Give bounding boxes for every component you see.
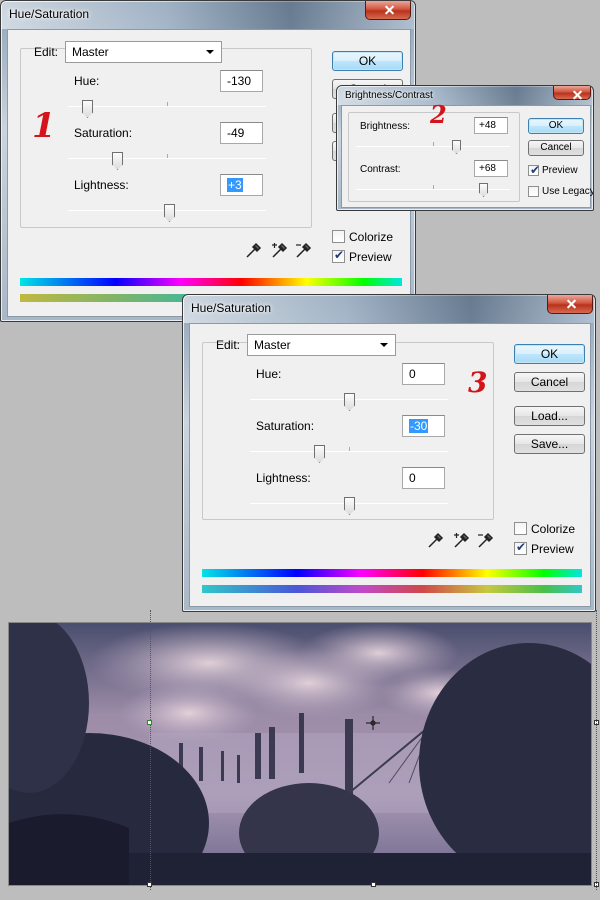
use-legacy-checkbox[interactable]	[528, 186, 539, 197]
annotation-number-1: 1	[32, 106, 56, 146]
hue-saturation-dialog-3: Hue/Saturation Edit: Master Hue: 0 Satur…	[182, 294, 596, 612]
contrast-input[interactable]: +68	[474, 160, 508, 177]
cancel-button[interactable]: Cancel	[528, 140, 584, 156]
colorize-checkbox[interactable]	[514, 522, 527, 535]
edit-channel-dropdown[interactable]: Master	[65, 41, 222, 63]
dialog-title: Hue/Saturation	[9, 7, 90, 21]
eyedropper-icon[interactable]	[426, 532, 444, 550]
saturation-input[interactable]: -49	[220, 122, 263, 144]
eyedropper-icon[interactable]	[244, 242, 262, 260]
document-canvas-image[interactable]	[8, 622, 592, 886]
transform-handle-bottom[interactable]	[371, 882, 376, 887]
colorize-label: Colorize	[349, 230, 394, 244]
close-icon[interactable]	[547, 295, 593, 314]
edit-label: Edit:	[216, 338, 241, 352]
save-button[interactable]: Save...	[514, 434, 585, 454]
brightness-input[interactable]: +48	[474, 117, 508, 134]
lightness-input[interactable]: +3	[220, 174, 263, 196]
contrast-label: Contrast:	[360, 164, 401, 175]
preview-checkbox[interactable]	[528, 163, 540, 177]
preview-label: Preview	[531, 542, 574, 556]
dialog-title: Brightness/Contrast	[345, 90, 433, 101]
vertical-guide-line[interactable]	[150, 610, 151, 890]
edit-channel-value: Master	[72, 45, 109, 59]
lightness-value-selected: +3	[227, 178, 243, 192]
hue-label: Hue:	[256, 367, 282, 381]
input-spectrum-bar	[20, 278, 402, 286]
ok-button[interactable]: OK	[514, 344, 585, 364]
edit-label: Edit:	[34, 45, 59, 59]
dialog-title: Hue/Saturation	[191, 301, 272, 315]
transform-handle-bottom-left[interactable]	[147, 882, 152, 887]
saturation-value-selected: -30	[409, 419, 429, 433]
load-button[interactable]: Load...	[514, 406, 585, 426]
eyedropper-minus-icon[interactable]	[294, 242, 312, 260]
eyedropper-plus-icon[interactable]	[452, 532, 470, 550]
hue-label: Hue:	[74, 74, 100, 88]
eyedropper-minus-icon[interactable]	[476, 532, 494, 550]
chevron-down-icon	[206, 50, 214, 54]
right-guide-line[interactable]	[596, 610, 597, 890]
dialog-client-area: Brightness: +48 Contrast: +68 OK Cancel …	[341, 100, 594, 208]
annotation-number-3: 3	[468, 366, 488, 399]
edit-channel-value: Master	[254, 338, 291, 352]
crosshair-icon	[366, 716, 380, 730]
preview-checkbox[interactable]	[332, 248, 345, 263]
close-icon[interactable]	[365, 1, 411, 20]
brightness-slider-track[interactable]	[356, 142, 510, 147]
colorize-checkbox[interactable]	[332, 230, 345, 243]
colorize-label: Colorize	[531, 522, 576, 536]
cancel-button[interactable]: Cancel	[514, 372, 585, 392]
output-spectrum-bar	[202, 585, 582, 593]
lightness-label: Lightness:	[74, 178, 129, 192]
lightness-input[interactable]: 0	[402, 467, 445, 489]
brightness-contrast-dialog: Brightness/Contrast Brightness: +48 Cont…	[336, 85, 594, 211]
close-icon[interactable]	[553, 86, 591, 100]
preview-label: Preview	[542, 165, 578, 176]
input-spectrum-bar	[202, 569, 582, 577]
saturation-label: Saturation:	[74, 126, 133, 140]
ok-button[interactable]: OK	[332, 51, 403, 71]
preview-label: Preview	[349, 250, 392, 264]
chevron-down-icon	[380, 343, 388, 347]
use-legacy-label: Use Legacy	[542, 186, 594, 197]
eyedropper-plus-icon[interactable]	[270, 242, 288, 260]
adjustment-group	[202, 342, 494, 520]
industrial-landscape-image	[9, 623, 591, 885]
ok-button[interactable]: OK	[528, 118, 584, 134]
lightness-label: Lightness:	[256, 471, 311, 485]
hue-slider-track[interactable]	[68, 102, 266, 107]
brightness-label: Brightness:	[360, 121, 411, 132]
hue-input[interactable]: -130	[220, 70, 263, 92]
adjustment-group	[20, 48, 312, 228]
transform-handle-left[interactable]	[147, 720, 152, 725]
edit-channel-dropdown[interactable]: Master	[247, 334, 396, 356]
annotation-number-2: 2	[430, 100, 447, 129]
dialog-client-area: Edit: Master Hue: 0 Saturation: -30 Ligh…	[189, 323, 591, 607]
saturation-input[interactable]: -30	[402, 415, 445, 437]
hue-input[interactable]: 0	[402, 363, 445, 385]
preview-checkbox[interactable]	[514, 540, 527, 555]
saturation-slider-track[interactable]	[68, 154, 266, 159]
saturation-slider-track[interactable]	[250, 447, 448, 452]
saturation-label: Saturation:	[256, 419, 315, 433]
